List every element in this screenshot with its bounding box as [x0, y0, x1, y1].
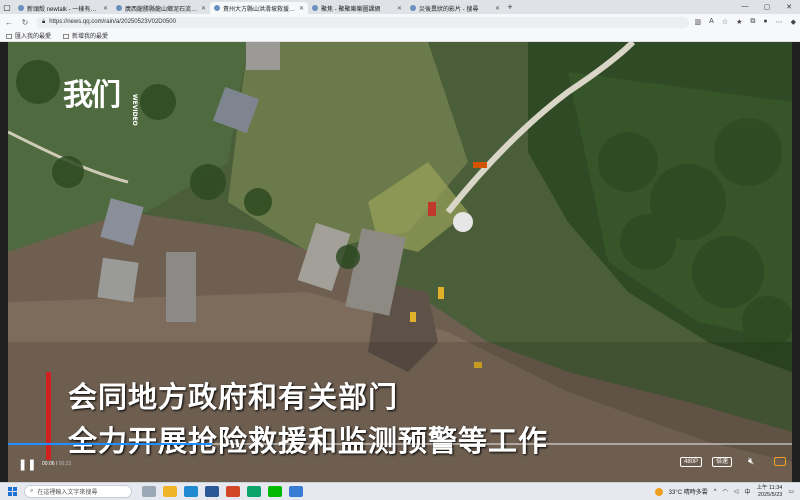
progress-fill [8, 443, 212, 445]
current-time: 00:06 [42, 461, 55, 467]
task-view-icon[interactable] [142, 486, 156, 497]
logo-text: 我们 [63, 78, 121, 113]
favorite-item[interactable]: 新增我的最愛 [63, 31, 108, 40]
taskbar-search[interactable]: ⌕ 在這裡輸入文字來搜尋 [24, 485, 132, 498]
lock-icon: 🔒︎ [42, 18, 46, 25]
mute-icon[interactable]: 🔇︎ [748, 456, 754, 467]
tab-title: 貴州大方縣山洪滑坡救援搶險仍在… [223, 6, 296, 13]
new-tab-button[interactable]: + [504, 2, 516, 12]
subtitle-line-1: 会同地方政府和有关部门 [68, 380, 399, 414]
search-icon: ⌕ [30, 488, 34, 494]
network-icon[interactable]: ◠ [723, 488, 728, 495]
tab-favicon-icon [214, 5, 220, 11]
speed-button[interactable]: 倍速 [712, 457, 733, 467]
clock-time: 上午 11:34 [756, 484, 783, 491]
favorite-star-icon[interactable]: ☆ [722, 18, 728, 26]
maximize-icon[interactable]: ▢ [756, 3, 778, 11]
fullscreen-icon[interactable] [774, 457, 786, 466]
chrome-icon[interactable] [289, 486, 303, 497]
url-text: https://news.qq.com/rain/a/20250523V02D0… [49, 19, 176, 25]
wevideo-logo: 我们 WEVIDEO [63, 70, 138, 126]
browser-tab[interactable]: 災後異狀的影片 - 搜尋 ✕ [406, 2, 504, 14]
read-aloud-icon[interactable]: A [709, 18, 714, 26]
volume-icon[interactable]: ◁ [734, 488, 739, 495]
tab-close-icon[interactable]: ✕ [201, 5, 206, 12]
start-button[interactable] [0, 487, 24, 496]
search-placeholder: 在這裡輸入文字來搜尋 [37, 490, 98, 496]
windows-logo-icon [7, 487, 17, 496]
favorite-item-label: 新增我的最愛 [72, 34, 109, 40]
tab-favicon-icon [410, 5, 416, 11]
line-icon[interactable] [268, 486, 282, 497]
pause-icon[interactable]: ❚❚ [18, 458, 36, 471]
ime-indicator[interactable]: 中 [744, 487, 750, 496]
weather-text[interactable]: 33°C 晴時多雲 [669, 487, 708, 496]
tray-chevron-icon[interactable]: ^ [714, 489, 717, 495]
notification-icon[interactable]: ▭ [788, 488, 794, 495]
url-field[interactable]: 🔒︎ https://news.qq.com/rain/a/20250523V0… [36, 16, 689, 28]
close-window-icon[interactable]: ✕ [778, 3, 800, 11]
collections-icon[interactable]: ⧉ [750, 18, 755, 26]
logo-subtext: WEVIDEO [131, 94, 138, 126]
folder-icon [6, 33, 12, 39]
video-player[interactable]: 我们 WEVIDEO 会同地方政府和有关部门 全力开展抢险救援和监测预警等工作 … [8, 42, 792, 482]
file-explorer-icon[interactable] [163, 486, 177, 497]
tab-title: 聚焦 - 聚聚樂樂圖課網 [321, 6, 381, 13]
edge-icon[interactable] [184, 486, 198, 497]
refresh-icon[interactable]: ↻ [20, 18, 30, 27]
tab-close-icon[interactable]: ✕ [103, 5, 108, 12]
tab-favicon-icon [312, 5, 318, 11]
aerial-landslide-video-frame [8, 42, 792, 482]
tab-favicon-icon [18, 5, 24, 11]
tab-close-icon[interactable]: ✕ [299, 5, 304, 12]
taskbar: ⌕ 在這裡輸入文字來搜尋 33°C 晴時多雲 ^ ◠ ◁ 中 上午 11:34 … [0, 482, 800, 500]
powerpoint-icon[interactable] [226, 486, 240, 497]
favorites-icon[interactable]: ★ [736, 18, 742, 26]
word-icon[interactable] [205, 486, 219, 497]
window-menu-icon[interactable]: ▢ [0, 0, 14, 14]
app-icon[interactable] [247, 486, 261, 497]
quality-button[interactable]: 480P [680, 457, 703, 467]
favorites-bar: 匯入我的最愛 新增我的最愛 [0, 30, 800, 42]
minimize-icon[interactable]: — [734, 3, 756, 11]
tab-title: 新頭殼 newtalk - 一樣有思考力的… [27, 6, 100, 13]
favorite-item[interactable]: 匯入我的最愛 [6, 31, 51, 40]
weather-icon [654, 487, 663, 496]
clock[interactable]: 上午 11:34 2025/5/23 [756, 485, 782, 499]
clock-date: 2025/5/23 [757, 491, 783, 498]
browser-tab-bar: ▢ 新頭殼 newtalk - 一樣有思考力的…✕ 廣西龍勝縣龍山鄉泥石流災害…… [0, 0, 800, 14]
browser-tab[interactable]: 新頭殼 newtalk - 一樣有思考力的…✕ [14, 2, 112, 14]
address-bar-row: ← ↻ 🔒︎ https://news.qq.com/rain/a/202505… [0, 14, 800, 30]
split-screen-icon[interactable]: ▥ [695, 18, 702, 26]
copilot-icon[interactable]: ◆ [791, 18, 796, 26]
video-controls: ❚❚ 00:06 / 00:23 480P 倍速 🔇︎ [8, 440, 792, 482]
tab-close-icon[interactable]: ✕ [397, 5, 402, 12]
browser-tab[interactable]: 聚焦 - 聚聚樂樂圖課網 ✕ [308, 2, 406, 14]
tab-title: 災後異狀的影片 - 搜尋 [419, 6, 479, 13]
duration: 00:23 [58, 461, 72, 467]
tab-close-icon[interactable]: ✕ [495, 5, 500, 12]
profile-icon[interactable]: ● [763, 18, 767, 26]
favorite-item-label: 匯入我的最愛 [15, 34, 52, 40]
tab-favicon-icon [116, 5, 122, 11]
more-icon[interactable]: ⋯ [776, 18, 783, 26]
time-display: 00:06 / 00:23 [42, 461, 72, 467]
browser-tab[interactable]: 廣西龍勝縣龍山鄉泥石流災害…✕ [112, 2, 210, 14]
tab-title: 廣西龍勝縣龍山鄉泥石流災害… [125, 6, 198, 13]
back-icon[interactable]: ← [4, 18, 14, 27]
folder-icon [63, 33, 70, 39]
progress-bar[interactable] [8, 443, 792, 445]
browser-tab-active[interactable]: 貴州大方縣山洪滑坡救援搶險仍在…✕ [210, 2, 308, 14]
